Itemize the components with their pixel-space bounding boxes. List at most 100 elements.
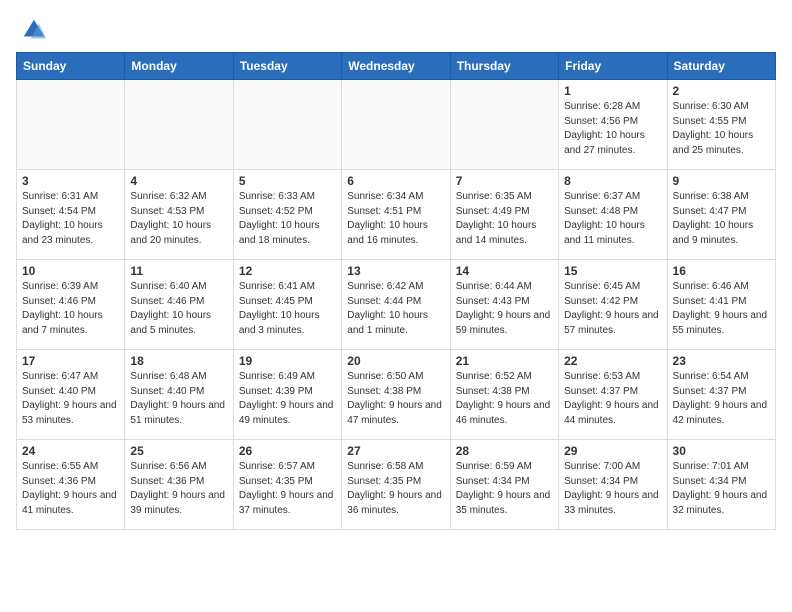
calendar-cell: 17 Sunrise: 6:47 AM Sunset: 4:40 PM Dayli… — [17, 350, 125, 440]
calendar-cell: 5 Sunrise: 6:33 AM Sunset: 4:52 PM Daylig… — [233, 170, 341, 260]
calendar-cell: 23 Sunrise: 6:54 AM Sunset: 4:37 PM Dayli… — [667, 350, 775, 440]
day-number: 8 — [564, 174, 661, 188]
weekday-header-saturday: Saturday — [667, 53, 775, 80]
calendar-cell: 10Sunrise: 6:39 AM Sunset: 4:46 PM Dayli… — [17, 260, 125, 350]
calendar-cell: 30Sunrise: 7:01 AM Sunset: 4:34 PM Dayli… — [667, 440, 775, 530]
cell-info: Sunrise: 6:49 AM Sunset: 4:39 PM Dayligh… — [239, 370, 336, 428]
day-number: 17 — [22, 354, 119, 368]
weekday-header-thursday: Thursday — [450, 53, 558, 80]
cell-info: Sunrise: 6:52 AM Sunset: 4:38 PM Dayligh… — [456, 370, 553, 428]
day-number: 4 — [130, 174, 227, 188]
day-number: 2 — [673, 84, 770, 98]
day-number: 19 — [239, 354, 336, 368]
day-number: 9 — [673, 174, 770, 188]
cell-info: Sunrise: 6:39 AM Sunset: 4:46 PM Dayligh… — [22, 280, 119, 338]
weekday-header-friday: Friday — [559, 53, 667, 80]
calendar-cell: 12 Sunrise: 6:41 AM Sunset: 4:45 PM Dayli… — [233, 260, 341, 350]
calendar-cell: 28 Sunrise: 6:59 AM Sunset: 4:34 PM Dayli… — [450, 440, 558, 530]
day-number: 15 — [564, 264, 661, 278]
day-number: 3 — [22, 174, 119, 188]
calendar-cell: 29 Sunrise: 7:00 AM Sunset: 4:34 PM Dayli… — [559, 440, 667, 530]
cell-info: Sunrise: 7:00 AM Sunset: 4:34 PM Dayligh… — [564, 460, 661, 518]
day-number: 29 — [564, 444, 661, 458]
day-number: 24 — [22, 444, 119, 458]
cell-info: Sunrise: 6:37 AM Sunset: 4:48 PM Dayligh… — [564, 190, 661, 248]
cell-info: Sunrise: 6:31 AM Sunset: 4:54 PM Dayligh… — [22, 190, 119, 248]
calendar-cell: 19 Sunrise: 6:49 AM Sunset: 4:39 PM Dayli… — [233, 350, 341, 440]
calendar-cell: 15 Sunrise: 6:45 AM Sunset: 4:42 PM Dayli… — [559, 260, 667, 350]
weekday-header-tuesday: Tuesday — [233, 53, 341, 80]
cell-info: Sunrise: 6:58 AM Sunset: 4:35 PM Dayligh… — [347, 460, 444, 518]
calendar-cell: 25 Sunrise: 6:56 AM Sunset: 4:36 PM Dayli… — [125, 440, 233, 530]
cell-info: Sunrise: 6:55 AM Sunset: 4:36 PM Dayligh… — [22, 460, 119, 518]
day-number: 27 — [347, 444, 444, 458]
day-number: 7 — [456, 174, 553, 188]
day-number: 6 — [347, 174, 444, 188]
day-number: 23 — [673, 354, 770, 368]
cell-info: Sunrise: 6:50 AM Sunset: 4:38 PM Dayligh… — [347, 370, 444, 428]
calendar-cell: 1 Sunrise: 6:28 AM Sunset: 4:56 PM Daylig… — [559, 80, 667, 170]
calendar-cell — [450, 80, 558, 170]
cell-info: Sunrise: 6:42 AM Sunset: 4:44 PM Dayligh… — [347, 280, 444, 338]
calendar-cell: 3 Sunrise: 6:31 AM Sunset: 4:54 PM Daylig… — [17, 170, 125, 260]
weekday-header-sunday: Sunday — [17, 53, 125, 80]
day-number: 25 — [130, 444, 227, 458]
weekday-header-monday: Monday — [125, 53, 233, 80]
calendar-cell: 13 Sunrise: 6:42 AM Sunset: 4:44 PM Dayli… — [342, 260, 450, 350]
cell-info: Sunrise: 6:30 AM Sunset: 4:55 PM Dayligh… — [673, 100, 770, 158]
page-header — [0, 0, 792, 52]
logo-icon — [20, 16, 48, 44]
cell-info: Sunrise: 6:35 AM Sunset: 4:49 PM Dayligh… — [456, 190, 553, 248]
calendar-cell: 22 Sunrise: 6:53 AM Sunset: 4:37 PM Dayli… — [559, 350, 667, 440]
cell-info: Sunrise: 6:33 AM Sunset: 4:52 PM Dayligh… — [239, 190, 336, 248]
calendar-cell: 4 Sunrise: 6:32 AM Sunset: 4:53 PM Daylig… — [125, 170, 233, 260]
calendar-cell — [342, 80, 450, 170]
cell-info: Sunrise: 6:59 AM Sunset: 4:34 PM Dayligh… — [456, 460, 553, 518]
calendar-cell: 20 Sunrise: 6:50 AM Sunset: 4:38 PM Dayli… — [342, 350, 450, 440]
day-number: 20 — [347, 354, 444, 368]
cell-info: Sunrise: 6:48 AM Sunset: 4:40 PM Dayligh… — [130, 370, 227, 428]
day-number: 21 — [456, 354, 553, 368]
day-number: 5 — [239, 174, 336, 188]
cell-info: Sunrise: 6:38 AM Sunset: 4:47 PM Dayligh… — [673, 190, 770, 248]
calendar-table: SundayMondayTuesdayWednesdayThursdayFrid… — [16, 52, 776, 530]
cell-info: Sunrise: 7:01 AM Sunset: 4:34 PM Dayligh… — [673, 460, 770, 518]
day-number: 14 — [456, 264, 553, 278]
day-number: 28 — [456, 444, 553, 458]
calendar-cell: 11 Sunrise: 6:40 AM Sunset: 4:46 PM Dayli… — [125, 260, 233, 350]
calendar-cell: 7 Sunrise: 6:35 AM Sunset: 4:49 PM Daylig… — [450, 170, 558, 260]
day-number: 13 — [347, 264, 444, 278]
calendar-cell: 14 Sunrise: 6:44 AM Sunset: 4:43 PM Dayli… — [450, 260, 558, 350]
calendar-cell: 9 Sunrise: 6:38 AM Sunset: 4:47 PM Daylig… — [667, 170, 775, 260]
cell-info: Sunrise: 6:34 AM Sunset: 4:51 PM Dayligh… — [347, 190, 444, 248]
day-number: 11 — [130, 264, 227, 278]
calendar-cell: 18 Sunrise: 6:48 AM Sunset: 4:40 PM Dayli… — [125, 350, 233, 440]
day-number: 16 — [673, 264, 770, 278]
cell-info: Sunrise: 6:45 AM Sunset: 4:42 PM Dayligh… — [564, 280, 661, 338]
calendar-cell: 8 Sunrise: 6:37 AM Sunset: 4:48 PM Daylig… — [559, 170, 667, 260]
calendar-cell: 16 Sunrise: 6:46 AM Sunset: 4:41 PM Dayli… — [667, 260, 775, 350]
cell-info: Sunrise: 6:44 AM Sunset: 4:43 PM Dayligh… — [456, 280, 553, 338]
cell-info: Sunrise: 6:53 AM Sunset: 4:37 PM Dayligh… — [564, 370, 661, 428]
day-number: 1 — [564, 84, 661, 98]
weekday-header-wednesday: Wednesday — [342, 53, 450, 80]
calendar-cell: 26Sunrise: 6:57 AM Sunset: 4:35 PM Dayli… — [233, 440, 341, 530]
calendar-cell: 2 Sunrise: 6:30 AM Sunset: 4:55 PM Daylig… — [667, 80, 775, 170]
cell-info: Sunrise: 6:54 AM Sunset: 4:37 PM Dayligh… — [673, 370, 770, 428]
cell-info: Sunrise: 6:28 AM Sunset: 4:56 PM Dayligh… — [564, 100, 661, 158]
calendar-cell — [233, 80, 341, 170]
cell-info: Sunrise: 6:40 AM Sunset: 4:46 PM Dayligh… — [130, 280, 227, 338]
day-number: 26 — [239, 444, 336, 458]
calendar-cell — [17, 80, 125, 170]
calendar-cell — [125, 80, 233, 170]
cell-info: Sunrise: 6:32 AM Sunset: 4:53 PM Dayligh… — [130, 190, 227, 248]
day-number: 18 — [130, 354, 227, 368]
cell-info: Sunrise: 6:41 AM Sunset: 4:45 PM Dayligh… — [239, 280, 336, 338]
cell-info: Sunrise: 6:56 AM Sunset: 4:36 PM Dayligh… — [130, 460, 227, 518]
day-number: 22 — [564, 354, 661, 368]
calendar-cell: 21 Sunrise: 6:52 AM Sunset: 4:38 PM Dayli… — [450, 350, 558, 440]
day-number: 12 — [239, 264, 336, 278]
logo — [20, 16, 52, 44]
cell-info: Sunrise: 6:47 AM Sunset: 4:40 PM Dayligh… — [22, 370, 119, 428]
cell-info: Sunrise: 6:46 AM Sunset: 4:41 PM Dayligh… — [673, 280, 770, 338]
